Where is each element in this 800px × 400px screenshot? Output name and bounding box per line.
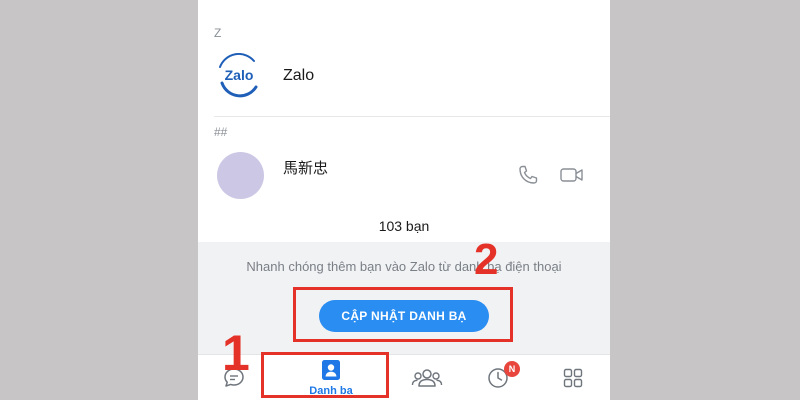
contact-row-ma-xin-zhong[interactable]: 馬新忠 <box>198 142 610 206</box>
zalo-logo-icon: Zalo <box>219 53 258 98</box>
notification-badge: N <box>504 361 520 377</box>
contact-name: Zalo <box>283 67 315 84</box>
nav-item-timeline[interactable]: N <box>483 355 523 400</box>
nav-item-groups[interactable] <box>407 355 447 400</box>
divider <box>214 116 610 117</box>
step-number-2: 2 <box>474 235 499 284</box>
grid-apps-icon <box>563 368 583 388</box>
video-call-icon[interactable] <box>559 163 585 187</box>
bottom-nav: Danh bạ N <box>198 354 610 400</box>
phone-call-icon[interactable] <box>516 163 540 187</box>
friend-count: 103 bạn <box>378 218 430 234</box>
sync-description: Nhanh chóng thêm bạn vào Zalo từ danh bạ… <box>246 259 562 274</box>
contact-row-zalo[interactable]: Zalo Zalo <box>198 44 610 108</box>
highlight-box-update-button <box>293 287 513 342</box>
zalo-logo-text: Zalo <box>225 67 254 83</box>
step-number-1: 1 <box>222 325 250 381</box>
highlight-box-contacts-tab <box>261 352 389 398</box>
avatar <box>217 152 264 199</box>
section-header-z: Z <box>214 26 222 40</box>
section-header-hash: ## <box>214 125 228 139</box>
contact-name: 馬新忠 <box>283 160 329 177</box>
nav-item-more[interactable] <box>560 355 590 400</box>
groups-icon <box>411 369 443 387</box>
